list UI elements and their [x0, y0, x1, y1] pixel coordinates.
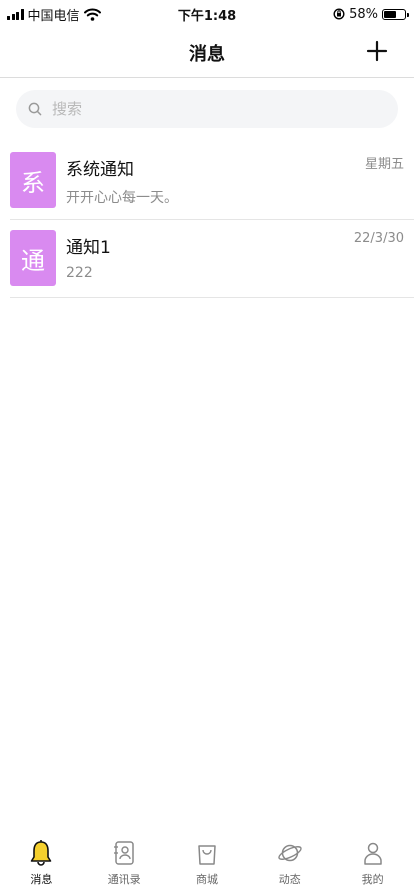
- message-item-notice[interactable]: 通 通知1 222 22/3/30: [10, 220, 414, 298]
- avatar: 系: [10, 152, 56, 208]
- status-right: 58%: [333, 6, 409, 22]
- tab-label: 商城: [195, 873, 218, 886]
- message-time: 星期五: [364, 157, 404, 172]
- message-preview: 222: [66, 265, 93, 281]
- signal-icon: [7, 8, 24, 20]
- battery-icon: [382, 8, 409, 20]
- message-list: 系 系统通知 开开心心每一天。 星期五 通 通知1 222 22/3/30: [0, 142, 414, 298]
- message-title: 通知1: [66, 238, 111, 258]
- tab-messages[interactable]: 消息: [0, 834, 83, 896]
- tab-label: 我的: [361, 873, 384, 886]
- orientation-lock-icon: [333, 8, 345, 20]
- bell-icon: [31, 840, 52, 866]
- search-bar[interactable]: [16, 90, 398, 128]
- message-time: 22/3/30: [353, 231, 404, 246]
- tab-contacts[interactable]: 通讯录: [83, 834, 166, 896]
- tab-profile[interactable]: 我的: [331, 834, 414, 896]
- shopping-bag-icon: [198, 845, 216, 865]
- message-item-system[interactable]: 系 系统通知 开开心心每一天。 星期五: [10, 142, 414, 220]
- search-input[interactable]: [52, 100, 372, 118]
- tab-bar: 消息 通讯录 商城 动态 我的: [0, 834, 414, 896]
- plus-icon: [366, 40, 388, 62]
- avatar: 通: [10, 230, 56, 286]
- search-icon: [28, 102, 42, 116]
- tab-label: 通讯录: [107, 873, 141, 886]
- person-icon: [363, 842, 382, 865]
- battery-percent: 58%: [349, 6, 378, 22]
- tab-mall[interactable]: 商城: [166, 834, 249, 896]
- status-bar: 中国电信 下午1:48 58%: [0, 0, 414, 28]
- status-left: 中国电信: [7, 5, 101, 24]
- wifi-icon: [83, 8, 101, 21]
- message-preview: 开开心心每一天。: [66, 190, 178, 206]
- carrier-label: 中国电信: [27, 8, 80, 24]
- battery-fill: [384, 10, 396, 18]
- page-title: 消息: [189, 43, 225, 65]
- tab-label: 消息: [30, 873, 53, 886]
- tab-moments[interactable]: 动态: [248, 834, 331, 896]
- nav-bar: 消息: [0, 28, 414, 78]
- tab-label: 动态: [278, 873, 301, 886]
- message-title: 系统通知: [66, 160, 134, 180]
- contacts-book-icon: [114, 841, 134, 865]
- add-button[interactable]: [366, 40, 388, 62]
- planet-icon: [278, 844, 302, 862]
